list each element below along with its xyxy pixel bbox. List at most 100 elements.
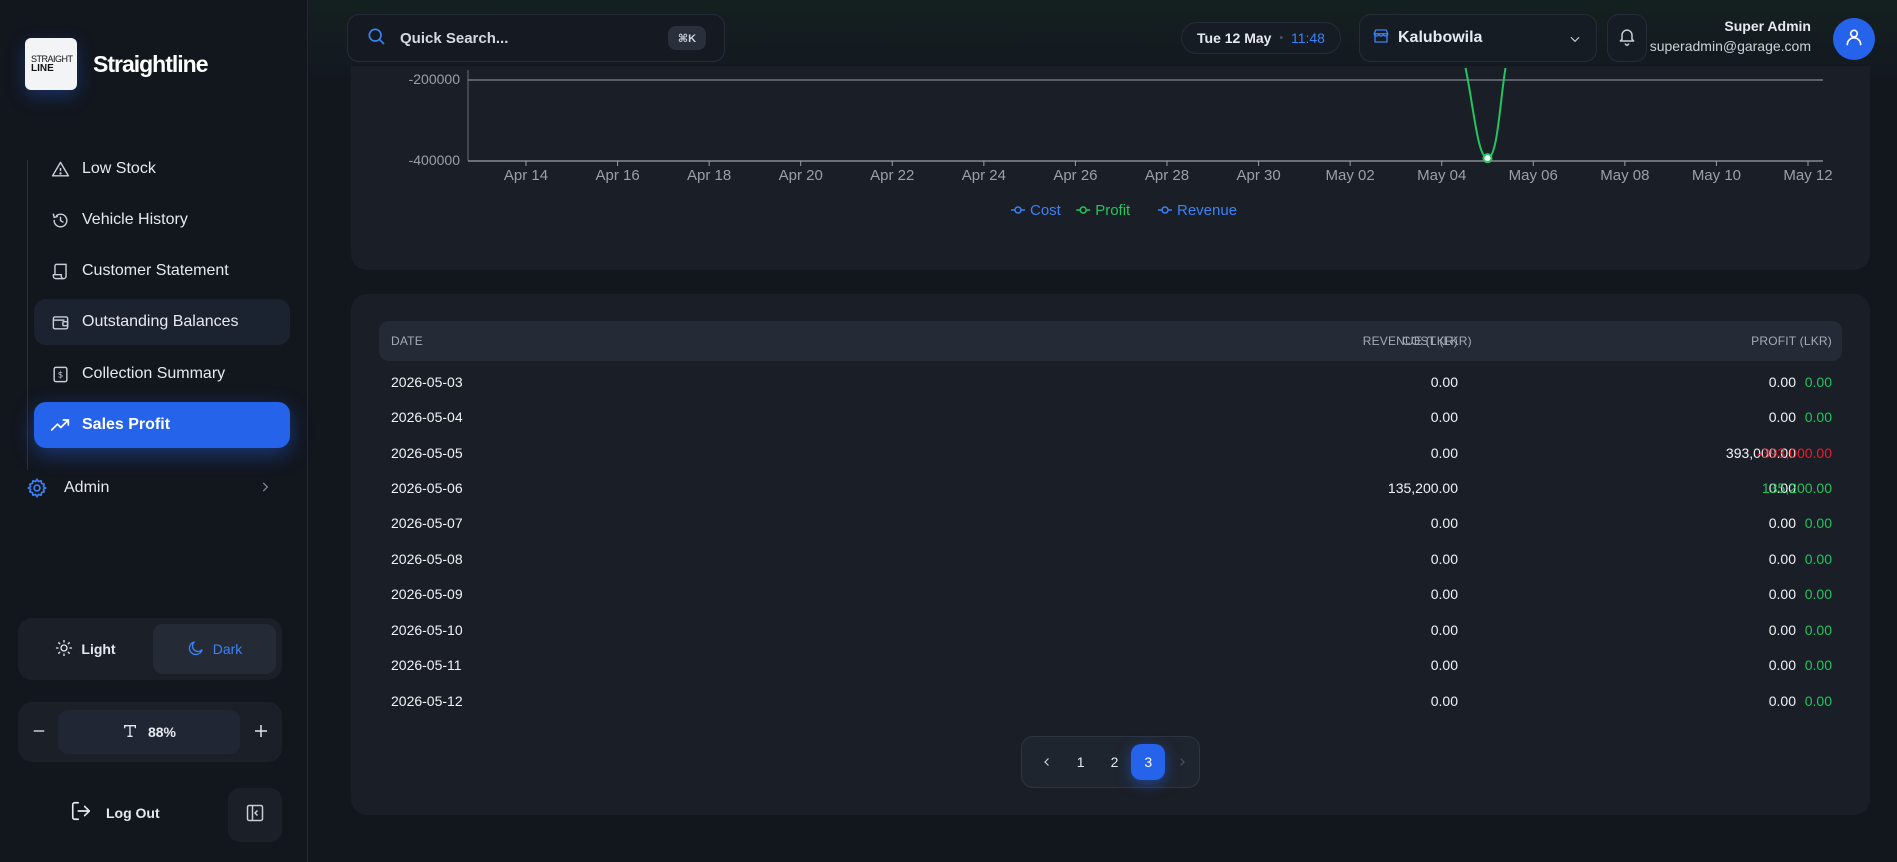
legend-marker <box>1014 206 1022 214</box>
cell-date: 2026-05-08 <box>391 551 463 567</box>
legend-label: Cost <box>1030 202 1062 219</box>
cell-date: 2026-05-03 <box>391 374 463 390</box>
sales-profit-chart: -200000 -400000 Apr 14 Apr 16 Apr 18 Apr 20 Ap… <box>351 66 1870 270</box>
sun-icon <box>55 639 73 660</box>
zoom-value: 88% <box>58 710 240 754</box>
page-1-button[interactable]: 1 <box>1064 744 1098 780</box>
branch-selector[interactable]: Kalubowila <box>1359 14 1597 62</box>
sidebar-item-label: Collection Summary <box>82 365 226 382</box>
sidebar-item-label: Customer Statement <box>82 262 229 279</box>
header-profit: PROFIT (LKR) <box>1751 334 1832 348</box>
legend-marker <box>1161 206 1169 214</box>
cell-profit: 0.00 <box>1804 409 1832 425</box>
cell-revenue: 0.00 <box>1430 693 1458 709</box>
search-placeholder: Quick Search... <box>400 29 509 47</box>
cell-revenue: 135,200.00 <box>1387 480 1458 496</box>
user-name: Super Admin <box>1724 18 1811 34</box>
cell-revenue: 0.00 <box>1430 374 1458 390</box>
table-row: 2026-05-08 0.00 0.00 0.00 <box>379 544 1842 574</box>
collapse-sidebar-button[interactable] <box>228 788 282 842</box>
quick-search[interactable]: Quick Search... ⌘K <box>347 14 725 62</box>
user-icon <box>1844 27 1864 52</box>
page-3-button[interactable]: 3 <box>1131 744 1166 780</box>
legend-marker <box>1079 206 1087 214</box>
avatar[interactable] <box>1833 18 1875 60</box>
cell-date: 2026-05-04 <box>391 409 463 425</box>
search-icon <box>366 26 386 50</box>
cell-cost: 0.00 <box>1768 657 1796 673</box>
cell-date: 2026-05-11 <box>391 657 462 673</box>
next-page-button[interactable] <box>1165 744 1199 780</box>
cell-date: 2026-05-07 <box>391 515 463 531</box>
cell-revenue: 0.00 <box>1430 586 1458 602</box>
current-date: Tue 12 May <box>1197 30 1272 46</box>
theme-toggle: Light Dark <box>18 618 282 680</box>
y-tick-label: -200000 <box>409 71 461 87</box>
gear-icon <box>26 477 48 499</box>
x-tick-label: May 06 <box>1509 167 1558 184</box>
sidebar-item-sales-profit[interactable]: Sales Profit <box>34 402 290 448</box>
cell-cost: 0.00 <box>1768 374 1796 390</box>
sidebar-item-customer-statement[interactable]: Customer Statement <box>34 248 290 294</box>
sidebar: STRAIGHT LINE Straightline Low Stock Veh… <box>0 0 308 862</box>
x-tick-label: Apr 18 <box>687 167 731 184</box>
font-zoom-control: 88% <box>18 702 282 762</box>
current-time: 11:48 <box>1290 30 1325 46</box>
x-tick-label: Apr 20 <box>779 167 823 184</box>
table-row: 2026-05-07 0.00 0.00 0.00 <box>379 508 1842 538</box>
x-tick-label: Apr 30 <box>1236 167 1280 184</box>
wallet-icon <box>50 312 70 332</box>
pagination: 1 2 3 <box>1021 736 1200 788</box>
x-tick-label: Apr 22 <box>870 167 914 184</box>
cell-cost: 0.00 <box>1768 551 1796 567</box>
cell-profit: 0.00 <box>1804 693 1832 709</box>
chevron-down-icon <box>1568 32 1582 51</box>
cell-revenue: 0.00 <box>1430 657 1458 673</box>
x-tick-label: May 12 <box>1783 167 1832 184</box>
table-row: 2026-05-03 0.00 0.00 0.00 <box>379 367 1842 397</box>
sidebar-item-label: Vehicle History <box>82 211 188 228</box>
table-row: 2026-05-04 0.00 0.00 0.00 <box>379 402 1842 432</box>
search-shortcut: ⌘K <box>668 26 706 50</box>
theme-light-label: Light <box>81 641 116 657</box>
zoom-out-button[interactable] <box>26 718 52 744</box>
branch-name: Kalubowila <box>1398 29 1483 46</box>
table-row: 2026-05-11 0.00 0.00 0.00 <box>379 650 1842 680</box>
theme-dark-button[interactable]: Dark <box>153 624 276 674</box>
sidebar-item-vehicle-history[interactable]: Vehicle History <box>34 197 290 243</box>
table-row: 2026-05-09 0.00 0.00 0.00 <box>379 579 1842 609</box>
trending-up-icon <box>50 415 70 435</box>
logout-label: Log Out <box>106 804 160 821</box>
brand[interactable]: STRAIGHT LINE Straightline <box>25 38 209 90</box>
scroll-icon <box>50 261 70 281</box>
user-email: superadmin@garage.com <box>1649 38 1811 54</box>
prev-page-button[interactable] <box>1030 744 1064 780</box>
table-row: 2026-05-05 0.00 393,000.00 -393,000.00 <box>379 438 1842 468</box>
chart-canvas: -200000 -400000 Apr 14 Apr 16 Apr 18 Apr 20 Ap… <box>409 67 1833 219</box>
theme-light-button[interactable]: Light <box>24 624 147 674</box>
cell-date: 2026-05-09 <box>391 586 463 602</box>
cell-profit: 135,200.00 <box>1761 480 1832 496</box>
x-tick-label: Apr 28 <box>1145 167 1189 184</box>
sidebar-item-admin[interactable]: Admin <box>26 465 282 511</box>
profit-point <box>1482 153 1493 164</box>
sidebar-item-outstanding-balances[interactable]: Outstanding Balances <box>34 299 290 345</box>
sidebar-item-collection-summary[interactable]: $ Collection Summary <box>34 351 290 397</box>
brand-logo-line2: LINE <box>31 63 54 74</box>
y-tick-label: -400000 <box>409 152 461 168</box>
cell-revenue: 0.00 <box>1430 622 1458 638</box>
brand-name: Straightline <box>93 50 209 77</box>
zoom-in-button[interactable] <box>248 718 274 744</box>
x-tick-label: Apr 26 <box>1053 167 1097 184</box>
sidebar-item-label: Low Stock <box>82 160 156 177</box>
table-header: DATE REVENUE (LKR) COST (LKR) PROFIT (LK… <box>379 321 1842 361</box>
logout-button[interactable]: Log Out <box>70 800 160 825</box>
x-tick-label: May 08 <box>1600 167 1649 184</box>
user-info[interactable]: Super Admin superadmin@garage.com <box>1650 18 1811 54</box>
notifications-button[interactable] <box>1607 14 1647 62</box>
header-date: DATE <box>391 334 423 348</box>
page-2-button[interactable]: 2 <box>1098 744 1132 780</box>
sidebar-item-low-stock[interactable]: Low Stock <box>34 146 290 192</box>
cell-revenue: 0.00 <box>1430 409 1458 425</box>
panel-left-icon <box>245 803 265 828</box>
